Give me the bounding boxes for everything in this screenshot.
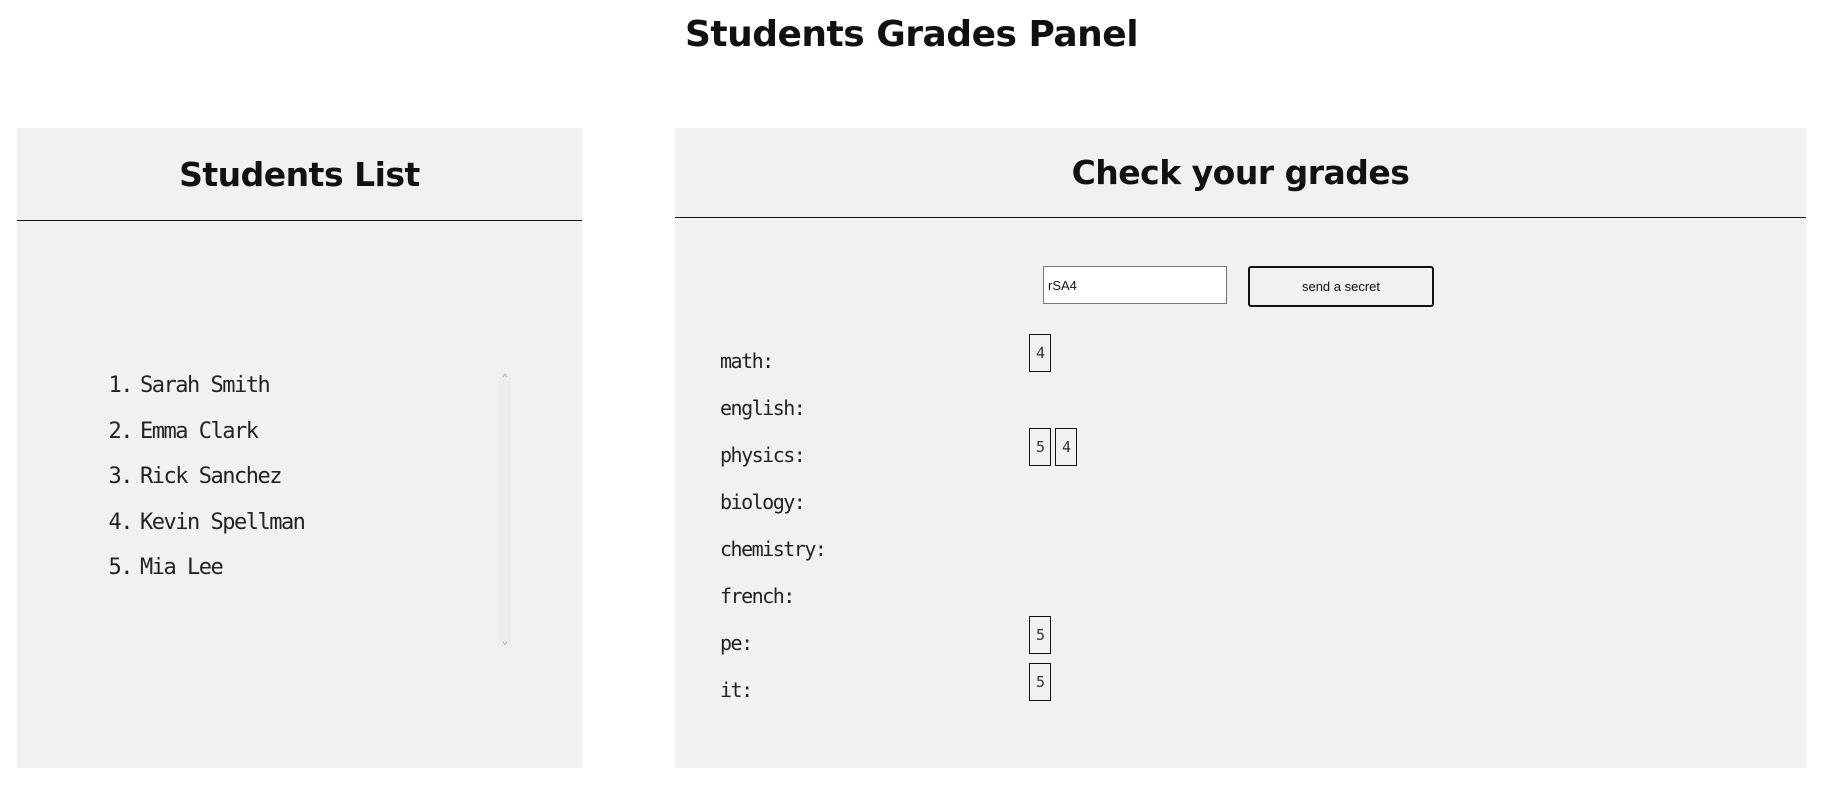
subject-row: french: (720, 569, 1720, 616)
student-number: 3. (108, 464, 134, 489)
student-number: 2. (108, 418, 134, 444)
subject-row: biology: (720, 475, 1720, 522)
grade-badge: 5 (1029, 428, 1051, 466)
student-item[interactable]: 4. Kevin Spellman (102, 510, 517, 556)
subject-row: physics: 5 4 (720, 428, 1720, 475)
student-item[interactable]: 2. Emma Clark (102, 419, 517, 465)
subject-row: pe: 5 (720, 616, 1720, 663)
grade-list: 5 (1029, 663, 1051, 701)
secret-input[interactable] (1043, 266, 1227, 304)
chevron-up-icon[interactable]: ⌃ (499, 373, 511, 385)
subject-row: english: (720, 381, 1720, 428)
student-item[interactable]: 3. Rick Sanchez (102, 464, 517, 510)
student-name: Rick Sanchez (140, 464, 282, 489)
subject-row: it: 5 (720, 663, 1720, 710)
subject-label: physics: (720, 443, 806, 467)
grade-badge: 5 (1029, 663, 1051, 701)
student-number: 4. (108, 509, 134, 535)
student-number: 5. (108, 555, 134, 580)
chevron-down-icon[interactable]: ⌄ (499, 636, 511, 648)
page-title: Students Grades Panel (684, 14, 1139, 55)
grade-list: 54 (1029, 428, 1077, 466)
students-panel: Students List 1. Sarah Smith 2. Emma Cla… (17, 128, 582, 768)
grades-panel-title: Check your grades (675, 128, 1806, 218)
student-name: Kevin Spellman (140, 509, 306, 535)
student-item[interactable]: 1. Sarah Smith (102, 373, 517, 419)
grade-list: 5 (1029, 616, 1051, 654)
students-list-scrollbar[interactable]: ⌃ ⌄ (499, 373, 511, 648)
student-name: Sarah Smith (140, 373, 271, 398)
subject-label: french: (720, 584, 795, 608)
student-name: Mia Lee (140, 555, 224, 580)
subject-row: math: 4 (720, 334, 1720, 381)
subject-label: math: (720, 349, 774, 373)
send-secret-button[interactable]: send a secret (1248, 266, 1434, 307)
subject-label: it: (720, 678, 753, 702)
grade-badge: 4 (1055, 428, 1077, 466)
subject-label: chemistry: (720, 537, 827, 561)
subject-label: biology: (720, 490, 806, 514)
student-name: Emma Clark (140, 418, 259, 444)
student-item[interactable]: 5. Mia Lee (102, 555, 517, 601)
subject-label: pe: (720, 631, 753, 655)
students-list-scroll-area[interactable]: 1. Sarah Smith 2. Emma Clark 3. Rick San… (102, 373, 517, 648)
grade-badge: 4 (1029, 334, 1051, 372)
subject-row: chemistry: (720, 522, 1720, 569)
student-number: 1. (108, 373, 134, 398)
grade-list: 4 (1029, 334, 1051, 372)
grades-panel: Check your grades send a secret math: 4 en… (675, 128, 1806, 768)
students-list: 1. Sarah Smith 2. Emma Clark 3. Rick San… (102, 373, 517, 601)
grade-badge: 5 (1029, 616, 1051, 654)
students-panel-title: Students List (17, 128, 582, 221)
subject-label: english: (720, 396, 806, 420)
